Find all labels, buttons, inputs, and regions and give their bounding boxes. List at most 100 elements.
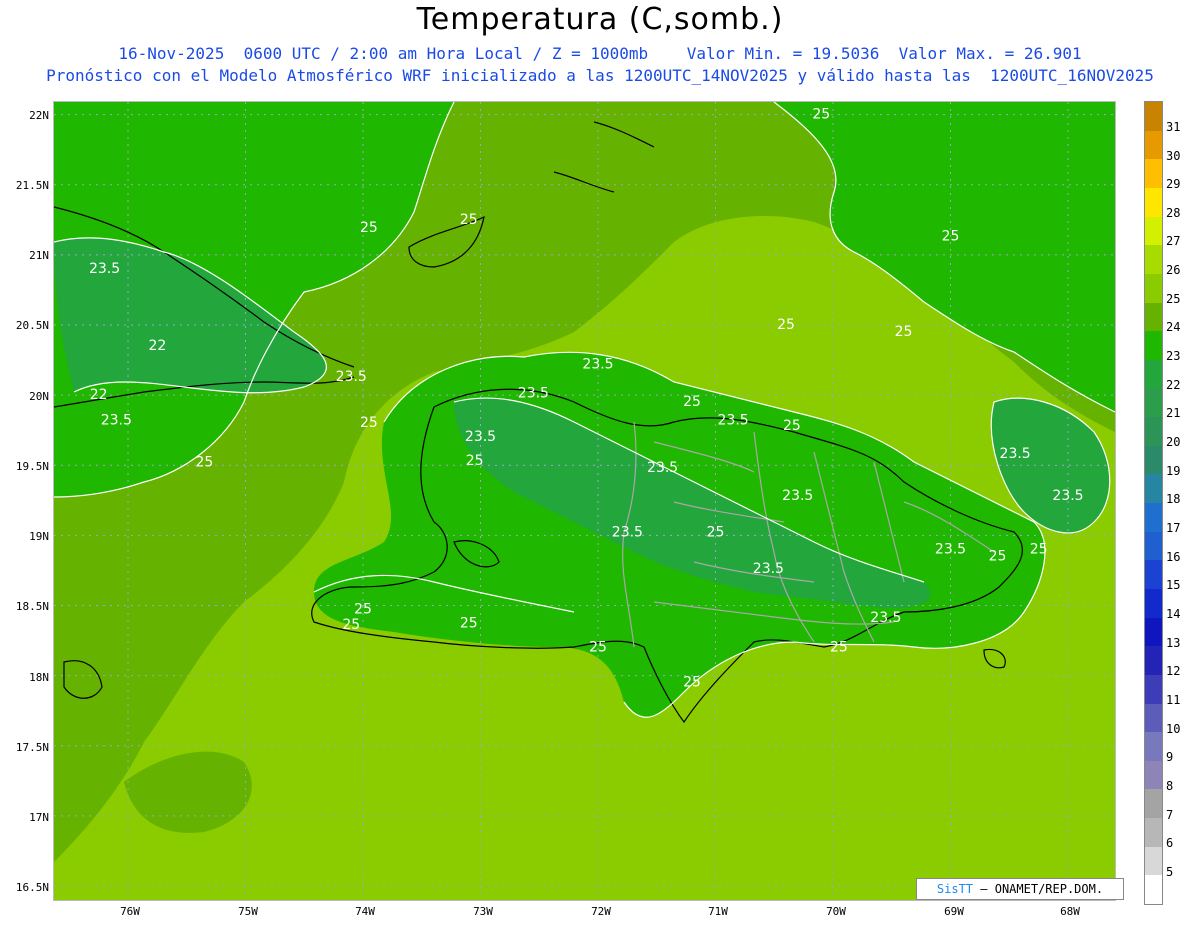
colorbar-label: 7 — [1166, 808, 1174, 822]
contour-label: 25 — [783, 418, 801, 434]
colorbar-segment — [1145, 818, 1162, 848]
colorbar-label: 14 — [1166, 607, 1181, 621]
contour-label: 23.5 — [1052, 488, 1083, 504]
colorbar-segment — [1145, 216, 1162, 246]
colorbar-segment — [1145, 187, 1162, 218]
contour-label: 25 — [195, 454, 213, 470]
lon-label: 76W — [120, 905, 140, 918]
lat-label: 19N — [29, 530, 49, 543]
map-canvas: 2525252523.525 252223.523.522 23.523.5 2525… — [54, 102, 1115, 900]
colorbar-label: 21 — [1166, 406, 1181, 420]
model-info-line: Pronóstico con el Modelo Atmosférico WRF… — [46, 66, 1154, 85]
colorbar-label: 17 — [1166, 521, 1181, 535]
colorbar-label: 28 — [1166, 206, 1181, 220]
lat-label: 19.5N — [15, 460, 49, 473]
contour-label: 25 — [460, 212, 478, 228]
contour-label: 25 — [589, 640, 607, 656]
colorbar-segment — [1145, 732, 1162, 762]
lat-label: 16.5N — [15, 881, 49, 894]
contour-label: 25 — [683, 675, 701, 691]
colorbar-label: 19 — [1166, 464, 1181, 478]
credit-text: – ONAMET/REP.DOM. — [980, 882, 1104, 896]
colorbar-label: 22 — [1166, 378, 1181, 392]
contour-label: 25 — [360, 220, 378, 236]
colorbar-label: 12 — [1166, 664, 1181, 678]
lon-label: 71W — [708, 905, 728, 918]
colorbar-segment — [1145, 417, 1162, 447]
contour-label: 23.5 — [870, 610, 901, 626]
contour-label: 25 — [354, 602, 372, 618]
contour-label: 23.5 — [101, 412, 132, 428]
colorbar-segment — [1145, 760, 1162, 790]
colorbar-label: 6 — [1166, 836, 1174, 850]
colorbar-label: 26 — [1166, 263, 1181, 277]
colorbar-segment — [1145, 302, 1162, 332]
colorbar-label: 29 — [1166, 177, 1181, 191]
lon-label: 73W — [473, 905, 493, 918]
contour-label: 25 — [895, 324, 913, 340]
colorbar-segment — [1145, 130, 1162, 160]
contour-label: 23.5 — [782, 488, 813, 504]
colorbar-label: 15 — [1166, 578, 1181, 592]
contour-label: 23.5 — [582, 356, 613, 372]
colorbar-segment — [1145, 503, 1162, 533]
colorbar-segment — [1145, 531, 1162, 561]
colorbar-segment — [1145, 331, 1162, 361]
lat-label: 18N — [29, 671, 49, 684]
lat-label: 22N — [29, 109, 49, 122]
contour-label: 22 — [148, 338, 166, 354]
colorbar-label: 24 — [1166, 320, 1181, 334]
contour-label: 25 — [466, 453, 484, 469]
colorbar-segment — [1145, 846, 1162, 876]
colorbar-segment — [1145, 273, 1162, 303]
colorbar-segment — [1145, 674, 1162, 704]
contour-label: 25 — [942, 229, 960, 245]
contour-label: 23.5 — [518, 386, 549, 402]
colorbar-segment — [1145, 703, 1162, 733]
lat-label: 18.5N — [15, 600, 49, 613]
lat-label: 17N — [29, 811, 49, 824]
contour-label: 25 — [1030, 541, 1048, 557]
map-title: Temperatura (C,somb.) — [416, 2, 784, 37]
colorbar-label: 10 — [1166, 722, 1181, 736]
sistt-logo: SisTT — [936, 882, 974, 896]
contour-label: 25 — [683, 394, 701, 410]
colorbar-label: 20 — [1166, 435, 1181, 449]
lon-label: 74W — [355, 905, 375, 918]
colorbar-segment — [1145, 359, 1162, 389]
contour-label: 23.5 — [1000, 446, 1031, 462]
contour-label: 25 — [989, 548, 1007, 564]
colorbar-label: 31 — [1166, 120, 1181, 134]
contour-label: 25 — [830, 640, 848, 656]
lat-label: 21N — [29, 249, 49, 262]
colorbar-label: 27 — [1166, 234, 1181, 248]
lat-label: 17.5N — [15, 741, 49, 754]
contour-label: 25 — [777, 317, 795, 333]
contour-label: 25 — [360, 415, 378, 431]
contour-label: 23.5 — [336, 369, 367, 385]
contour-label: 25 — [460, 616, 478, 632]
contour-label: 23.5 — [718, 412, 749, 428]
colorbar-label: 9 — [1166, 750, 1174, 764]
colorbar-segment — [1145, 875, 1162, 905]
contour-label: 25 — [812, 107, 830, 123]
colorbar-segment — [1145, 588, 1162, 619]
forecast-info-line: 16-Nov-2025 0600 UTC / 2:00 am Hora Loca… — [118, 44, 1082, 63]
colorbar-label: 16 — [1166, 550, 1181, 564]
lat-label: 20.5N — [15, 319, 49, 332]
colorbar-label: 25 — [1166, 292, 1181, 306]
contour-label: 23.5 — [89, 261, 120, 277]
colorbar-label: 23 — [1166, 349, 1181, 363]
colorbar — [1144, 101, 1163, 905]
colorbar-segment — [1145, 445, 1162, 475]
lon-label: 70W — [826, 905, 846, 918]
colorbar-segment — [1145, 388, 1162, 418]
contour-label: 23.5 — [753, 561, 784, 577]
colorbar-segment — [1145, 646, 1162, 676]
contour-label: 25 — [342, 617, 360, 633]
contour-label: 23.5 — [935, 541, 966, 557]
credit-box: SisTT – ONAMET/REP.DOM. — [916, 878, 1124, 900]
temperature-map: 25 25 25 25 23.5 25 25 22 23.5 23.5 22 23.5 23.5 25 25… — [53, 101, 1116, 901]
contour-label: 25 — [707, 525, 725, 541]
colorbar-segment — [1145, 102, 1162, 132]
